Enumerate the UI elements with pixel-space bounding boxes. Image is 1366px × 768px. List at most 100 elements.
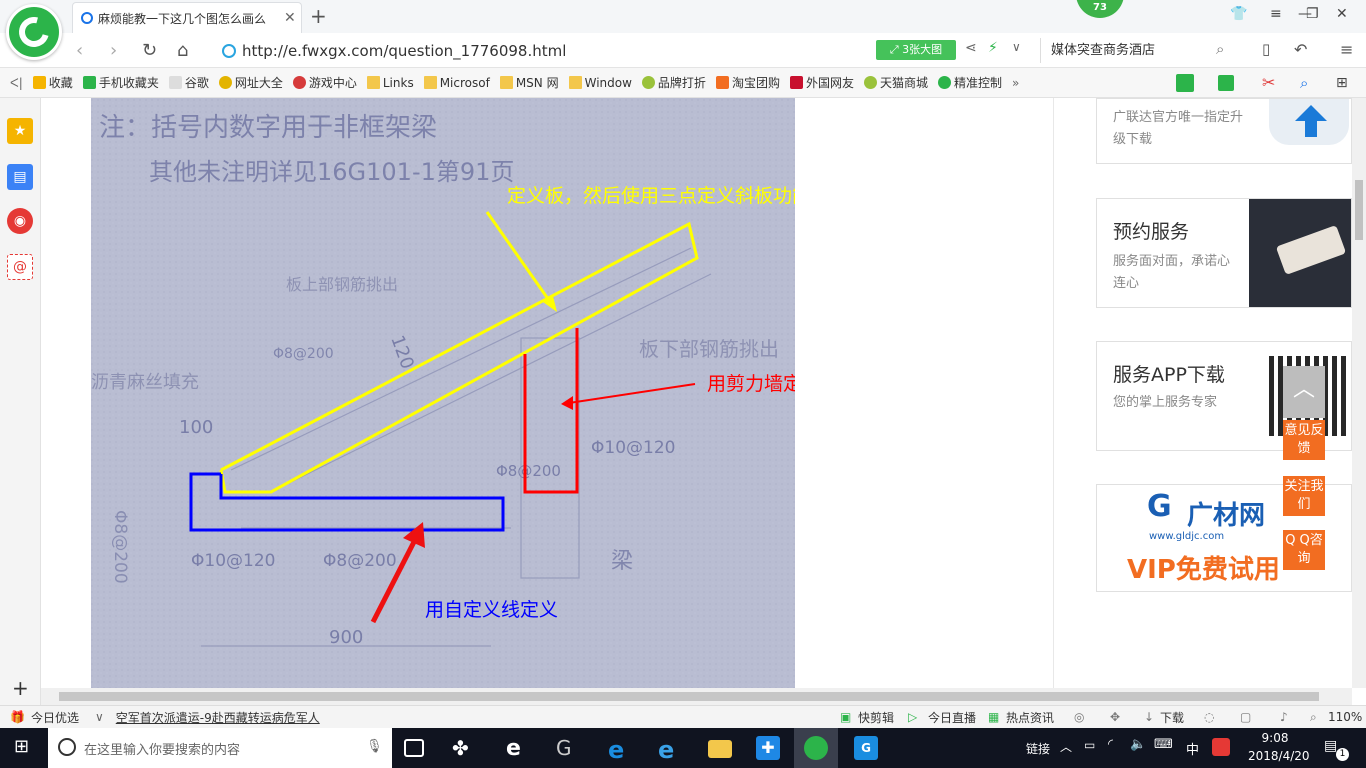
favorites-icon[interactable]: ★: [7, 118, 33, 144]
bookmark-item[interactable]: 淘宝团购: [715, 74, 780, 91]
search-icon[interactable]: ⌕: [1216, 40, 1224, 58]
clock-time[interactable]: 9:08: [1248, 731, 1302, 745]
bolt-icon[interactable]: ⚡: [988, 40, 998, 56]
wifi-icon[interactable]: ◜: [1108, 737, 1113, 752]
ie-icon[interactable]: e: [658, 736, 682, 764]
sogou-icon[interactable]: [1212, 738, 1230, 756]
battery-icon[interactable]: ▭: [1084, 738, 1095, 752]
chevron-down-icon[interactable]: ∨: [1012, 40, 1021, 54]
booking-card[interactable]: 预约服务 服务面对面，承诺心连心: [1096, 198, 1352, 308]
speed-icon[interactable]: ◎: [1074, 710, 1084, 724]
status-item[interactable]: 下载: [1160, 709, 1184, 726]
plus-app-icon[interactable]: ✚: [756, 736, 780, 760]
add-icon[interactable]: +: [12, 676, 29, 700]
window-icon[interactable]: ▢: [1240, 710, 1251, 724]
taskbar-search-input[interactable]: 在这里输入你要搜索的内容 🎙: [48, 728, 392, 768]
g-app-icon[interactable]: G: [556, 736, 580, 760]
horizontal-scrollbar[interactable]: [41, 688, 1352, 705]
browser-e-icon[interactable]: e: [506, 736, 530, 761]
back-to-top-icon[interactable]: ︿: [1283, 366, 1325, 418]
scissors-icon[interactable]: ✂: [1262, 73, 1275, 92]
sidebar-toggle-icon[interactable]: ᐸ|: [10, 76, 23, 90]
bookmark-item[interactable]: 网址大全: [218, 74, 283, 91]
keyboard-icon[interactable]: ⌨: [1154, 737, 1173, 752]
bookmark-item[interactable]: 游戏中心: [292, 74, 357, 91]
horizontal-scroll-thumb[interactable]: [59, 692, 1319, 701]
pinwheel-icon[interactable]: ✤: [452, 736, 476, 760]
clean-icon[interactable]: ◌: [1204, 710, 1214, 724]
glodon-icon[interactable]: G: [854, 736, 878, 760]
vertical-scroll-thumb[interactable]: [1355, 180, 1363, 240]
today-picks[interactable]: 今日优选: [31, 709, 79, 726]
file-explorer-icon[interactable]: [708, 740, 732, 758]
notification-badge[interactable]: 73: [1076, 0, 1124, 18]
tools-icon[interactable]: ✥: [1110, 710, 1120, 724]
mail-icon[interactable]: @: [7, 254, 33, 280]
follow-button[interactable]: 关注我们: [1283, 476, 1325, 516]
bookmark-item[interactable]: 手机收藏夹: [82, 74, 159, 91]
ime-indicator[interactable]: 中: [1186, 739, 1199, 758]
device-icon[interactable]: ▯: [1262, 40, 1270, 58]
clock-date[interactable]: 2018/4/20: [1248, 749, 1310, 763]
chevron-down-icon[interactable]: ∨: [95, 710, 104, 724]
qq-button[interactable]: Q Q咨询: [1283, 530, 1325, 570]
microphone-icon[interactable]: 🎙: [366, 739, 383, 754]
edge-icon[interactable]: e: [608, 736, 632, 764]
share-icon[interactable]: ⋖: [965, 40, 977, 56]
bigpic-button[interactable]: ⤢ 3张大图: [876, 40, 956, 60]
tab-active[interactable]: 麻烦能教一下这几个图怎么画么 ✕: [72, 2, 302, 33]
browser-360-icon[interactable]: [804, 736, 828, 760]
ad-url: www.gldjc.com: [1149, 531, 1225, 542]
close-icon[interactable]: ✕: [1336, 6, 1348, 22]
forward-icon[interactable]: ›: [110, 40, 117, 61]
bookmark-item[interactable]: MSN 网: [499, 74, 559, 91]
bookmarks-more-icon[interactable]: »: [1012, 76, 1019, 90]
vertical-scrollbar[interactable]: [1352, 98, 1366, 688]
magnifier-icon[interactable]: ⌕: [1300, 74, 1308, 92]
bookmark-item[interactable]: Microsof: [423, 76, 490, 90]
notification-icon[interactable]: ▤: [1324, 738, 1337, 754]
tray-link[interactable]: 链接: [1026, 740, 1050, 757]
volume-icon[interactable]: 🔈: [1130, 737, 1146, 752]
game-icon: [292, 76, 306, 89]
bookmark-item[interactable]: 天猫商城: [863, 74, 928, 91]
mute-icon[interactable]: ♪: [1280, 710, 1288, 724]
windows-start-icon[interactable]: ⊞: [14, 736, 29, 757]
bookmark-item[interactable]: Links: [366, 76, 414, 90]
bookmark-item[interactable]: Window: [568, 76, 632, 90]
apps-grid-icon[interactable]: ⊞: [1336, 75, 1348, 91]
back-icon[interactable]: ‹: [76, 40, 83, 61]
shirt-icon[interactable]: 👕: [1230, 6, 1247, 22]
maximize-icon[interactable]: ❐: [1306, 6, 1319, 22]
bookmark-item[interactable]: 收藏: [32, 74, 73, 91]
task-view-icon[interactable]: [404, 739, 424, 757]
bookmark-item[interactable]: 品牌打折: [641, 74, 706, 91]
browser-logo-icon[interactable]: [6, 4, 62, 60]
bookmarks-bar: ᐸ| 收藏 手机收藏夹 谷歌 网址大全 游戏中心 Links Microsof …: [0, 68, 1366, 98]
menu-icon[interactable]: ≡: [1270, 6, 1282, 22]
home-icon[interactable]: ⌂: [177, 40, 188, 61]
more-icon[interactable]: ≡: [1340, 40, 1353, 59]
money-icon[interactable]: [1176, 73, 1197, 92]
reader-icon[interactable]: ▤: [7, 164, 33, 190]
tab-close-icon[interactable]: ✕: [284, 10, 296, 26]
refresh-icon[interactable]: ↻: [142, 40, 157, 61]
undo-icon[interactable]: ↶: [1294, 40, 1307, 59]
drawing-photo: 注：括号内数字用于非框架梁 其他未注明详见16G101-1第91页 板上部钢筋挑…: [91, 98, 795, 688]
status-item[interactable]: 今日直播: [928, 709, 976, 726]
status-item[interactable]: 快剪辑: [858, 709, 894, 726]
news-link[interactable]: 空军首次派遣运-9赴西藏转运病危军人: [116, 709, 320, 726]
tray-up-icon[interactable]: ︿: [1060, 738, 1072, 755]
bookmark-item[interactable]: 精准控制: [937, 74, 1002, 91]
bookmark-item[interactable]: 谷歌: [168, 74, 209, 91]
search-input[interactable]: 媒体突查商务酒店: [1040, 38, 1238, 63]
globe-icon: [218, 76, 232, 89]
weibo-icon[interactable]: ◉: [7, 208, 33, 234]
new-tab-icon[interactable]: +: [310, 4, 327, 28]
translate-icon[interactable]: [1218, 74, 1237, 91]
zoom-level[interactable]: 110%: [1328, 710, 1362, 724]
bookmark-item[interactable]: 外国网友: [789, 74, 854, 91]
upgrade-card[interactable]: 广联达官方唯一指定升级下载: [1096, 98, 1352, 164]
feedback-button[interactable]: 意见反馈: [1283, 420, 1325, 460]
status-item[interactable]: 热点资讯: [1006, 709, 1054, 726]
